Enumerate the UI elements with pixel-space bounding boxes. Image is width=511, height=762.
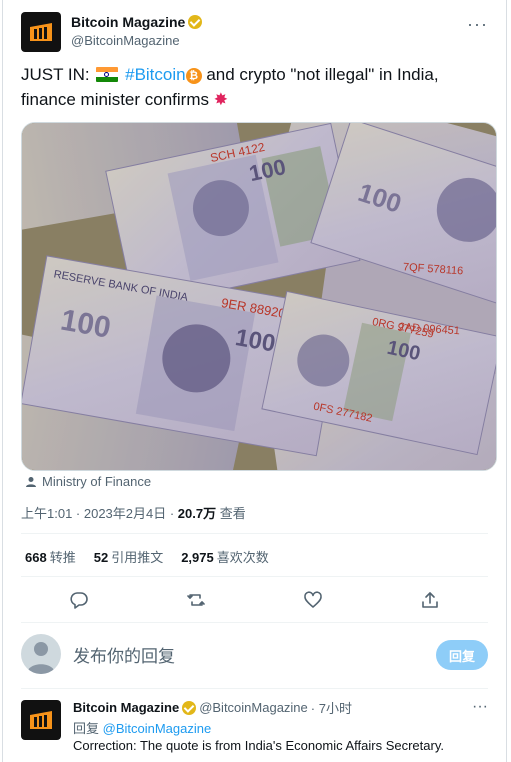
views-label: 查看 — [216, 506, 246, 521]
divider — [21, 576, 488, 577]
quotes-count: 52 — [93, 550, 109, 565]
heart-icon[interactable] — [301, 588, 325, 612]
author-name[interactable]: Bitcoin Magazine — [71, 14, 185, 30]
hashtag-link[interactable]: #Bitcoin — [125, 65, 185, 84]
retweets-label: 转推 — [49, 550, 76, 565]
india-flag-icon — [96, 67, 119, 82]
bitcoin-magazine-logo[interactable] — [21, 12, 61, 52]
tweet-meta: 上午1:01 · 2023年2月4日 · 20.7万 查看 — [21, 503, 246, 522]
author-name-row[interactable]: Bitcoin Magazine — [71, 14, 203, 30]
replying-to-handle[interactable]: @BitcoinMagazine — [103, 721, 212, 736]
quotes-stat[interactable]: 52 引用推文 — [94, 547, 163, 566]
tweet-media-image[interactable]: 100 SCH 4122 RESERVE BANK OF INDIA 100 1… — [21, 122, 497, 471]
reply-icon[interactable] — [67, 588, 91, 612]
more-icon[interactable]: ··· — [467, 14, 488, 35]
person-icon — [26, 476, 36, 487]
verified-badge-icon — [182, 700, 197, 715]
tweet-text-prefix: JUST IN: — [21, 65, 95, 84]
share-icon[interactable] — [418, 588, 442, 612]
replying-to-prefix: 回复 — [73, 721, 103, 736]
reply-input[interactable]: 发布你的回复 — [73, 642, 175, 667]
collision-emoji-icon: ✸ — [213, 90, 228, 109]
banknotes-photo: 100 SCH 4122 RESERVE BANK OF INDIA 100 1… — [22, 123, 496, 470]
source-label-text: Ministry of Finance — [42, 474, 152, 489]
bitcoin-magazine-logo[interactable] — [21, 700, 61, 740]
reply-time[interactable]: · 7小时 — [311, 698, 352, 717]
tweet-stats: 668 转推 52 引用推文 2,975 喜欢次数 — [25, 547, 269, 566]
likes-count: 2,975 — [181, 550, 214, 565]
reply-text: Correction: The quote is from India's Ec… — [73, 738, 444, 753]
reply-tweet[interactable]: Bitcoin Magazine @BitcoinMagazine · 7小时 … — [21, 698, 506, 762]
tweet-header: Bitcoin Magazine @BitcoinMagazine ··· — [21, 12, 506, 52]
likes-label: 喜欢次数 — [216, 550, 269, 565]
reply-header: Bitcoin Magazine @BitcoinMagazine · 7小时 — [73, 698, 352, 717]
quotes-label: 引用推文 — [111, 550, 164, 565]
divider — [21, 533, 488, 534]
retweet-icon[interactable] — [184, 588, 208, 612]
bitcoin-emoji-icon: ₿ — [185, 68, 202, 84]
action-bar — [21, 586, 488, 614]
reply-author-name[interactable]: Bitcoin Magazine — [73, 700, 179, 715]
user-avatar[interactable] — [21, 634, 61, 674]
more-icon[interactable]: ··· — [472, 698, 488, 716]
source-label: Ministry of Finance — [25, 474, 151, 489]
reply-compose: 发布你的回复 回复 — [21, 632, 488, 676]
likes-stat[interactable]: 2,975 喜欢次数 — [181, 547, 269, 566]
timestamp[interactable]: 上午1:01 · 2023年2月4日 · — [21, 506, 178, 521]
divider — [21, 688, 488, 689]
verified-badge-icon — [188, 15, 203, 29]
reply-author-handle[interactable]: @BitcoinMagazine — [199, 700, 308, 715]
tweet-text: JUST IN: #Bitcoin ₿ and crypto "not illeg… — [21, 62, 481, 112]
retweets-stat[interactable]: 668 转推 — [25, 547, 76, 566]
tweet-frame: Bitcoin Magazine @BitcoinMagazine ··· JU… — [2, 0, 507, 762]
replying-to: 回复 @BitcoinMagazine — [73, 718, 211, 737]
divider — [21, 622, 488, 623]
retweets-count: 668 — [25, 550, 47, 565]
author-block: Bitcoin Magazine @BitcoinMagazine — [71, 14, 203, 48]
author-handle[interactable]: @BitcoinMagazine — [71, 33, 202, 48]
reply-button[interactable]: 回复 — [436, 640, 488, 670]
views-count: 20.7万 — [177, 506, 217, 521]
